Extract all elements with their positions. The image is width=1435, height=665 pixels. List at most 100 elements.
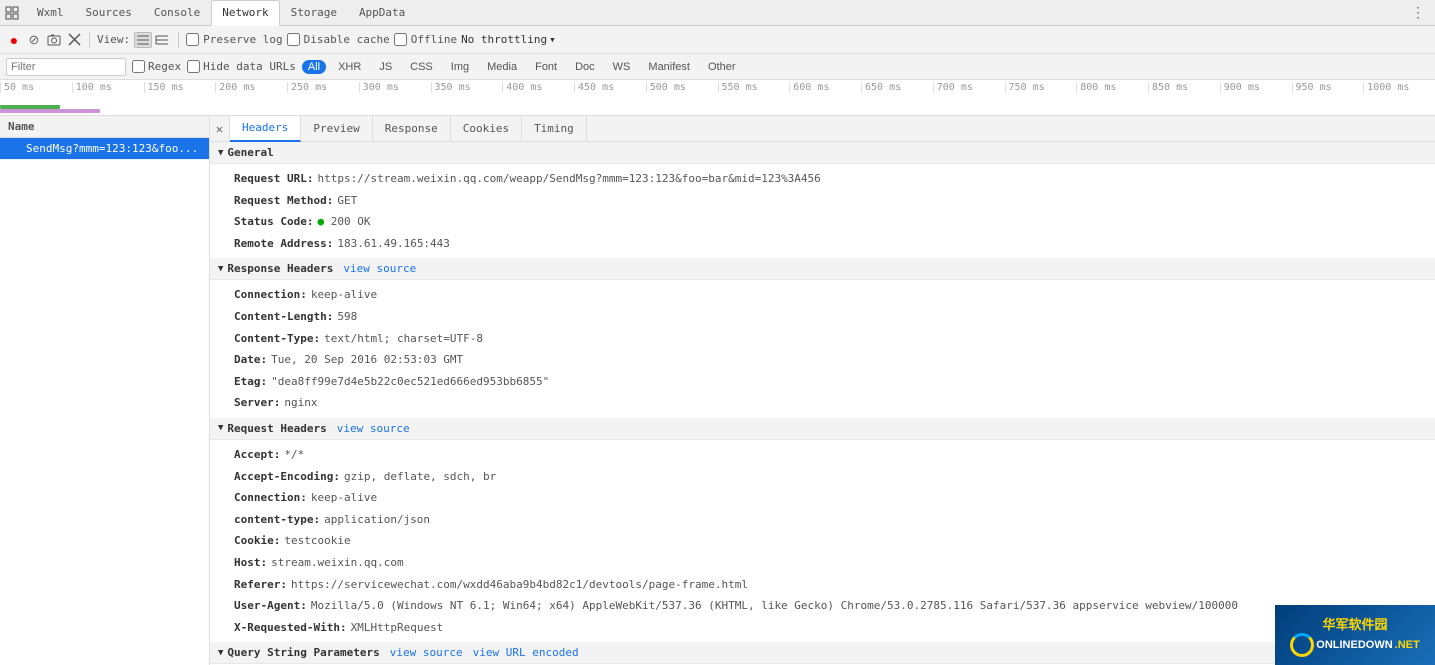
- request-headers-view-source[interactable]: view source: [337, 422, 410, 435]
- filter-css-button[interactable]: CSS: [404, 60, 439, 74]
- response-header-key: Etag:: [234, 373, 267, 391]
- remote-address-val: 183.61.49.165:443: [337, 235, 450, 253]
- tab-storage[interactable]: Storage: [280, 0, 348, 26]
- tab-wxml[interactable]: Wxml: [26, 0, 75, 26]
- query-string-section-header[interactable]: ▼ Query String Parameters view source vi…: [210, 642, 1435, 664]
- timeline-tick: 350 ms: [431, 82, 503, 93]
- general-section-header[interactable]: ▼ General: [210, 142, 1435, 164]
- hide-data-urls-checkbox[interactable]: [187, 60, 200, 73]
- close-details-button[interactable]: ✕: [210, 116, 230, 142]
- request-method-val: GET: [337, 192, 357, 210]
- stop-button[interactable]: ⊘: [26, 32, 42, 48]
- offline-label: Offline: [411, 33, 457, 46]
- response-header-row: Date:Tue, 20 Sep 2016 02:53:03 GMT: [210, 349, 1435, 371]
- record-button[interactable]: ●: [6, 32, 22, 48]
- filter-img-button[interactable]: Img: [445, 60, 475, 74]
- toolbar-divider-2: [178, 32, 179, 48]
- tab-network[interactable]: Network: [211, 0, 279, 26]
- response-header-row: Server:nginx: [210, 392, 1435, 414]
- timeline-tick: 150 ms: [144, 82, 216, 93]
- response-header-val: nginx: [284, 394, 317, 412]
- disable-cache-checkbox[interactable]: [287, 33, 300, 46]
- offline-checkbox[interactable]: [394, 33, 407, 46]
- filter-js-button[interactable]: JS: [373, 60, 398, 74]
- filter-input[interactable]: [6, 58, 126, 76]
- list-view-icon[interactable]: [134, 32, 152, 48]
- regex-checkbox[interactable]: [132, 60, 145, 73]
- filter-ws-button[interactable]: WS: [607, 60, 637, 74]
- query-string-view-url-encoded[interactable]: view URL encoded: [473, 646, 579, 659]
- request-header-val: gzip, deflate, sdch, br: [344, 468, 496, 486]
- tab-sources[interactable]: Sources: [75, 0, 143, 26]
- tab-timing[interactable]: Timing: [522, 116, 587, 142]
- request-header-val: */*: [284, 446, 304, 464]
- filter-all-button[interactable]: All: [302, 60, 326, 74]
- throttle-label: No throttling: [461, 33, 547, 46]
- filter-font-button[interactable]: Font: [529, 60, 563, 74]
- regex-checkbox-label[interactable]: Regex: [132, 60, 181, 73]
- disable-cache-checkbox-label[interactable]: Disable cache: [287, 33, 390, 46]
- tab-console[interactable]: Console: [143, 0, 211, 26]
- request-header-key: Connection:: [234, 489, 307, 507]
- timeline-tick: 50 ms: [0, 82, 72, 93]
- more-menu-button[interactable]: ⋮: [1405, 5, 1431, 21]
- request-url-row: Request URL: https://stream.weixin.qq.co…: [210, 168, 1435, 190]
- tab-appdata[interactable]: AppData: [348, 0, 416, 26]
- screenshot-button[interactable]: [46, 32, 62, 48]
- filter-manifest-button[interactable]: Manifest: [642, 60, 696, 74]
- filter-xhr-button[interactable]: XHR: [332, 60, 367, 74]
- filter-other-button[interactable]: Other: [702, 60, 742, 74]
- tree-view-icon[interactable]: [153, 32, 171, 48]
- response-header-row: Etag:"dea8ff99e7d4e5b22c0ec521ed666ed953…: [210, 371, 1435, 393]
- preserve-log-checkbox-label[interactable]: Preserve log: [186, 33, 282, 46]
- query-string-view-source[interactable]: view source: [390, 646, 463, 659]
- request-header-val: application/json: [324, 511, 430, 529]
- request-item-icon: [8, 143, 20, 155]
- clear-button[interactable]: [66, 32, 82, 48]
- request-headers-section-header[interactable]: ▼ Request Headers view source: [210, 418, 1435, 440]
- request-url-val: https://stream.weixin.qq.com/weapp/SendM…: [317, 170, 820, 188]
- tab-cookies[interactable]: Cookies: [451, 116, 522, 142]
- request-header-val: stream.weixin.qq.com: [271, 554, 403, 572]
- filter-doc-button[interactable]: Doc: [569, 60, 601, 74]
- details-panel: ✕ Headers Preview Response Cookies Timin…: [210, 116, 1435, 665]
- request-headers-triangle: ▼: [218, 423, 223, 433]
- response-header-val: "dea8ff99e7d4e5b22c0ec521ed666ed953bb685…: [271, 373, 549, 391]
- response-headers-section-header[interactable]: ▼ Response Headers view source: [210, 258, 1435, 280]
- timeline-tick: 100 ms: [72, 82, 144, 93]
- response-headers-title: Response Headers: [227, 262, 333, 275]
- request-method-row: Request Method: GET: [210, 190, 1435, 212]
- details-content: ▼ General Request URL: https://stream.we…: [210, 142, 1435, 665]
- general-title: General: [227, 146, 273, 159]
- offline-checkbox-label[interactable]: Offline: [394, 33, 457, 46]
- tab-headers[interactable]: Headers: [230, 116, 301, 142]
- tab-response[interactable]: Response: [373, 116, 451, 142]
- throttle-select[interactable]: No throttling ▾: [461, 33, 556, 46]
- response-header-val: 598: [337, 308, 357, 326]
- request-header-row: Cookie:testcookie: [210, 530, 1435, 552]
- tab-bar: Wxml Sources Console Network Storage App…: [0, 0, 1435, 26]
- response-headers-view-source[interactable]: view source: [343, 262, 416, 275]
- hide-data-urls-checkbox-label[interactable]: Hide data URLs: [187, 60, 296, 73]
- response-header-row: Content-Type:text/html; charset=UTF-8: [210, 328, 1435, 350]
- timeline-tick: 1000 ms: [1363, 82, 1435, 93]
- tab-preview[interactable]: Preview: [301, 116, 372, 142]
- response-header-row: Content-Length:598: [210, 306, 1435, 328]
- timeline-tick: 600 ms: [789, 82, 861, 93]
- timeline-tick: 450 ms: [574, 82, 646, 93]
- request-header-key: User-Agent:: [234, 597, 307, 615]
- request-item[interactable]: SendMsg?mmm=123:123&foo...: [0, 138, 209, 160]
- preserve-log-checkbox[interactable]: [186, 33, 199, 46]
- devtools-icon[interactable]: [4, 5, 20, 21]
- timeline-tick: 300 ms: [359, 82, 431, 93]
- throttle-arrow: ▾: [549, 33, 556, 46]
- request-header-row: content-type:application/json: [210, 509, 1435, 531]
- timeline-bar: [0, 105, 1435, 111]
- timeline-tick: 550 ms: [718, 82, 790, 93]
- view-toggle: [134, 32, 171, 48]
- watermark: 华军软件园 ONLINEDOWN .NET: [1275, 605, 1435, 665]
- timeline-tick: 400 ms: [502, 82, 574, 93]
- timeline-tick: 900 ms: [1220, 82, 1292, 93]
- timeline-tick: 650 ms: [861, 82, 933, 93]
- filter-media-button[interactable]: Media: [481, 60, 523, 74]
